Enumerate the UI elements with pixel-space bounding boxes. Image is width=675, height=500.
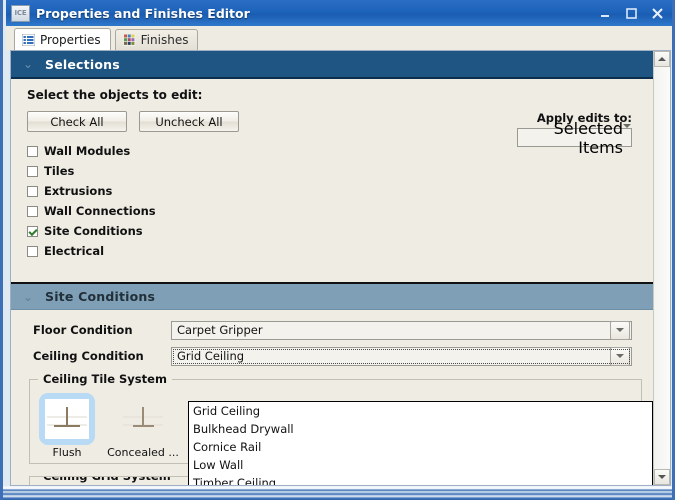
dropdown-option-timber-ceiling[interactable]: Timber Ceiling — [189, 474, 652, 485]
chevron-down-icon[interactable]: ⌄ — [11, 58, 45, 70]
checkbox-label-site-conditions: Site Conditions — [44, 224, 143, 238]
scroll-up-icon[interactable] — [654, 51, 670, 67]
checkbox-label-extrusions: Extrusions — [44, 184, 113, 198]
ceiling-condition-value: Grid Ceiling — [177, 349, 245, 363]
chevron-down-icon[interactable] — [623, 124, 631, 147]
checkbox-extrusions[interactable] — [27, 185, 38, 197]
checkbox-label-electrical: Electrical — [44, 244, 105, 258]
floor-condition-label: Floor Condition — [33, 323, 133, 337]
apply-edits-combo[interactable]: Selected Items — [517, 119, 632, 157]
tile-option-flush-caption: Flush — [52, 446, 82, 459]
checkbox-electrical[interactable] — [27, 245, 38, 257]
floor-condition-value: Carpet Gripper — [177, 323, 263, 337]
title-bar: ICE Properties and Finishes Editor — [6, 0, 672, 26]
checkbox-wall-connections[interactable] — [27, 205, 38, 217]
ceiling-condition-label: Ceiling Condition — [33, 349, 144, 363]
checkbox-label-tiles: Tiles — [44, 164, 75, 178]
tile-option-flush-thumbnail[interactable] — [39, 393, 95, 445]
floor-condition-combo[interactable]: Carpet Gripper — [171, 320, 632, 340]
color-grid-icon — [123, 34, 136, 46]
close-icon[interactable] — [645, 2, 669, 24]
ceiling-condition-row: Ceiling Condition Grid Ceiling — [11, 343, 654, 369]
checkbox-row-electrical[interactable]: Electrical — [11, 241, 654, 261]
chevron-down-icon[interactable] — [610, 320, 630, 340]
selections-panel: Select the objects to edit: Check All Un… — [11, 79, 654, 282]
window-controls — [593, 0, 672, 26]
ceiling-tile-system-title: Ceiling Tile System — [38, 372, 172, 386]
checkbox-row-extrusions[interactable]: Extrusions — [11, 181, 654, 201]
scroll-down-icon[interactable] — [654, 469, 670, 485]
checkbox-row-tiles[interactable]: Tiles — [11, 161, 654, 181]
app-icon: ICE — [11, 4, 30, 22]
checkbox-label-wall-connections: Wall Connections — [44, 204, 156, 218]
dropdown-option-grid-ceiling[interactable]: Grid Ceiling — [189, 402, 652, 420]
chevron-down-icon[interactable] — [610, 346, 630, 366]
tab-properties-label: Properties — [40, 32, 101, 47]
window-bottom-edge — [3, 486, 672, 500]
ceiling-grid-system-title: Ceiling Grid System — [38, 477, 176, 483]
minimize-icon[interactable] — [593, 2, 617, 24]
properties-scroll-pane: ⌄ Selections Select the objects to edit:… — [11, 51, 654, 485]
dropdown-option-bulkhead-drywall[interactable]: Bulkhead Drywall — [189, 420, 652, 438]
site-conditions-section-title: Site Conditions — [45, 289, 156, 304]
checkbox-tiles[interactable] — [27, 165, 38, 177]
content-frame: ⌄ Selections Select the objects to edit:… — [10, 50, 671, 486]
dropdown-option-cornice-rail[interactable]: Cornice Rail — [189, 438, 652, 456]
vertical-scrollbar[interactable] — [653, 51, 670, 485]
checkbox-label-wall-modules: Wall Modules — [44, 144, 131, 158]
checkbox-wall-modules[interactable] — [27, 145, 38, 157]
application-window: ICE Properties and Finishes Editor Prope… — [0, 0, 675, 500]
list-icon — [22, 33, 35, 46]
check-all-button[interactable]: Check All — [27, 111, 127, 132]
floor-condition-row: Floor Condition Carpet Gripper — [11, 317, 654, 343]
tab-finishes[interactable]: Finishes — [114, 29, 199, 50]
concealed-ceiling-diagram-icon — [123, 407, 163, 427]
tile-option-flush[interactable]: Flush — [36, 393, 98, 459]
selections-section-title: Selections — [45, 56, 120, 72]
tile-option-concealed-caption: Concealed ... — [107, 446, 179, 459]
tile-option-concealed-thumbnail[interactable] — [115, 393, 171, 445]
checkbox-row-wall-connections[interactable]: Wall Connections — [11, 201, 654, 221]
tile-option-concealed[interactable]: Concealed ... — [104, 393, 182, 459]
flush-ceiling-diagram-icon — [47, 407, 87, 427]
selections-instruction: Select the objects to edit: — [27, 88, 203, 102]
uncheck-all-button[interactable]: Uncheck All — [139, 111, 239, 132]
ceiling-condition-dropdown-list[interactable]: Grid Ceiling Bulkhead Drywall Cornice Ra… — [188, 401, 653, 485]
scrollbar-track[interactable] — [654, 68, 670, 468]
tab-finishes-label: Finishes — [140, 33, 189, 47]
tab-strip: Properties Finishes — [6, 26, 672, 50]
tab-properties[interactable]: Properties — [14, 28, 111, 50]
selections-section-header[interactable]: ⌄ Selections — [11, 51, 654, 79]
chevron-down-icon[interactable]: ⌄ — [11, 291, 45, 303]
apply-edits-group: Apply edits to: Selected Items — [517, 111, 632, 157]
dropdown-option-low-wall[interactable]: Low Wall — [189, 456, 652, 474]
checkbox-site-conditions[interactable] — [27, 225, 38, 237]
site-conditions-section-header[interactable]: ⌄ Site Conditions — [11, 282, 654, 310]
window-title: Properties and Finishes Editor — [36, 5, 250, 21]
ceiling-condition-combo[interactable]: Grid Ceiling — [171, 346, 632, 366]
checkbox-row-site-conditions[interactable]: Site Conditions — [11, 221, 654, 241]
selection-checkbox-list: Wall Modules Tiles Extrusions Wall Conne… — [11, 141, 654, 261]
maximize-icon[interactable] — [619, 2, 643, 24]
apply-edits-value: Selected Items — [553, 118, 623, 157]
